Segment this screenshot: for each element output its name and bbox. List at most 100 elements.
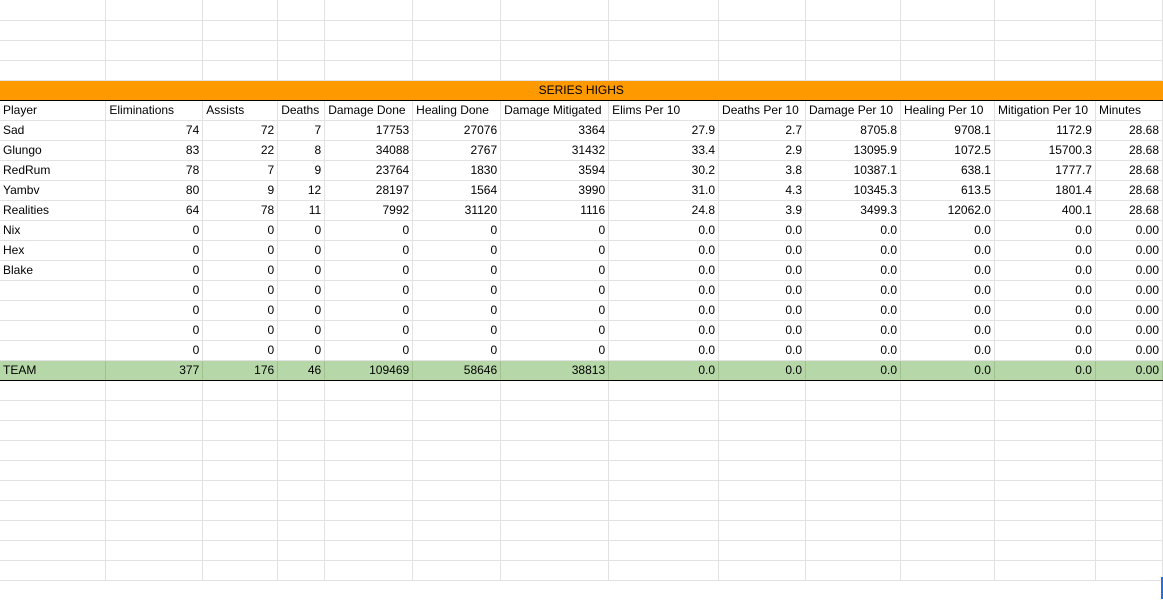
column-header[interactable]: Damage Done xyxy=(324,100,414,121)
stat-cell[interactable]: 0 xyxy=(500,300,610,321)
empty-cell[interactable] xyxy=(0,480,107,501)
empty-cell[interactable] xyxy=(105,400,204,421)
empty-cell[interactable] xyxy=(900,500,995,521)
stat-cell[interactable]: 0 xyxy=(412,220,502,241)
stat-cell[interactable]: 9 xyxy=(202,180,279,201)
stat-cell[interactable]: 3364 xyxy=(500,120,610,141)
empty-cell[interactable] xyxy=(500,480,610,501)
stat-cell[interactable]: 15700.3 xyxy=(994,140,1096,161)
column-header[interactable]: Healing Done xyxy=(412,100,502,121)
empty-cell[interactable] xyxy=(1095,0,1163,21)
empty-cell[interactable] xyxy=(718,440,807,461)
stat-cell[interactable]: 0 xyxy=(105,300,204,321)
stat-cell[interactable]: 22 xyxy=(202,140,279,161)
empty-cell[interactable] xyxy=(412,480,502,501)
empty-cell[interactable] xyxy=(105,480,204,501)
stat-cell[interactable]: 80 xyxy=(105,180,204,201)
stat-cell[interactable]: 0 xyxy=(105,260,204,281)
empty-cell[interactable] xyxy=(608,460,720,481)
empty-cell[interactable] xyxy=(277,40,326,61)
empty-cell[interactable] xyxy=(1095,420,1163,441)
stat-cell[interactable]: 12 xyxy=(277,180,326,201)
empty-cell[interactable] xyxy=(412,560,502,581)
empty-cell[interactable] xyxy=(0,400,107,421)
stat-cell[interactable]: 0.0 xyxy=(900,240,995,261)
stat-cell[interactable]: 72 xyxy=(202,120,279,141)
empty-cell[interactable] xyxy=(202,60,279,81)
stat-cell[interactable]: 0 xyxy=(202,220,279,241)
empty-cell[interactable] xyxy=(0,440,107,461)
stat-cell[interactable]: 2.7 xyxy=(718,120,807,141)
empty-cell[interactable] xyxy=(994,540,1096,561)
stat-cell[interactable]: 0.0 xyxy=(608,220,720,241)
player-name-cell[interactable] xyxy=(0,300,107,321)
stat-cell[interactable]: 83 xyxy=(105,140,204,161)
stat-cell[interactable]: 1172.9 xyxy=(994,120,1096,141)
empty-cell[interactable] xyxy=(324,540,414,561)
stat-cell[interactable]: 0 xyxy=(202,340,279,361)
team-stat-cell[interactable]: 0.0 xyxy=(805,359,901,381)
empty-cell[interactable] xyxy=(0,460,107,481)
team-stat-cell[interactable]: 46 xyxy=(277,359,326,381)
stat-cell[interactable]: 28.68 xyxy=(1095,160,1163,181)
stat-cell[interactable]: 0 xyxy=(500,280,610,301)
stat-cell[interactable]: 0.0 xyxy=(608,240,720,261)
empty-cell[interactable] xyxy=(202,520,279,541)
stat-cell[interactable]: 0 xyxy=(202,300,279,321)
empty-cell[interactable] xyxy=(105,500,204,521)
empty-cell[interactable] xyxy=(412,0,502,21)
empty-cell[interactable] xyxy=(718,520,807,541)
empty-cell[interactable] xyxy=(805,400,901,421)
empty-cell[interactable] xyxy=(718,480,807,501)
column-header[interactable]: Deaths Per 10 xyxy=(718,100,807,121)
empty-cell[interactable] xyxy=(0,40,107,61)
empty-cell[interactable] xyxy=(718,400,807,421)
empty-cell[interactable] xyxy=(718,0,807,21)
stat-cell[interactable]: 0.0 xyxy=(608,340,720,361)
column-header[interactable]: Deaths xyxy=(277,100,326,121)
empty-cell[interactable] xyxy=(277,420,326,441)
empty-cell[interactable] xyxy=(412,540,502,561)
empty-cell[interactable] xyxy=(277,380,326,401)
stat-cell[interactable]: 27.9 xyxy=(608,120,720,141)
stat-cell[interactable]: 1072.5 xyxy=(900,140,995,161)
stat-cell[interactable]: 64 xyxy=(105,200,204,221)
empty-cell[interactable] xyxy=(994,0,1096,21)
stat-cell[interactable]: 0 xyxy=(105,240,204,261)
stat-cell[interactable]: 0 xyxy=(324,340,414,361)
stat-cell[interactable]: 0 xyxy=(412,280,502,301)
empty-cell[interactable] xyxy=(994,60,1096,81)
player-name-cell[interactable]: Hex xyxy=(0,240,107,261)
stat-cell[interactable]: 0.00 xyxy=(1095,340,1163,361)
empty-cell[interactable] xyxy=(608,560,720,581)
stat-cell[interactable]: 7992 xyxy=(324,200,414,221)
stat-cell[interactable]: 28.68 xyxy=(1095,140,1163,161)
empty-cell[interactable] xyxy=(805,20,901,41)
stat-cell[interactable]: 0.0 xyxy=(805,340,901,361)
stat-cell[interactable]: 0 xyxy=(202,320,279,341)
stat-cell[interactable]: 0.0 xyxy=(994,240,1096,261)
stat-cell[interactable]: 31432 xyxy=(500,140,610,161)
empty-cell[interactable] xyxy=(324,500,414,521)
stat-cell[interactable]: 0 xyxy=(202,280,279,301)
stat-cell[interactable]: 0 xyxy=(277,260,326,281)
column-header[interactable]: Healing Per 10 xyxy=(900,100,995,121)
player-name-cell[interactable]: Blake xyxy=(0,260,107,281)
stat-cell[interactable]: 10345.3 xyxy=(805,180,901,201)
stat-cell[interactable]: 0 xyxy=(500,220,610,241)
stat-cell[interactable]: 613.5 xyxy=(900,180,995,201)
empty-cell[interactable] xyxy=(105,440,204,461)
empty-cell[interactable] xyxy=(608,20,720,41)
stat-cell[interactable]: 0.0 xyxy=(805,280,901,301)
stat-cell[interactable]: 0 xyxy=(202,240,279,261)
stat-cell[interactable]: 3990 xyxy=(500,180,610,201)
player-name-cell[interactable]: Sad xyxy=(0,120,107,141)
empty-cell[interactable] xyxy=(900,560,995,581)
empty-cell[interactable] xyxy=(412,20,502,41)
stat-cell[interactable]: 3499.3 xyxy=(805,200,901,221)
stat-cell[interactable]: 3.8 xyxy=(718,160,807,181)
stat-cell[interactable]: 0.0 xyxy=(900,220,995,241)
stat-cell[interactable]: 30.2 xyxy=(608,160,720,181)
empty-cell[interactable] xyxy=(412,420,502,441)
empty-cell[interactable] xyxy=(324,420,414,441)
